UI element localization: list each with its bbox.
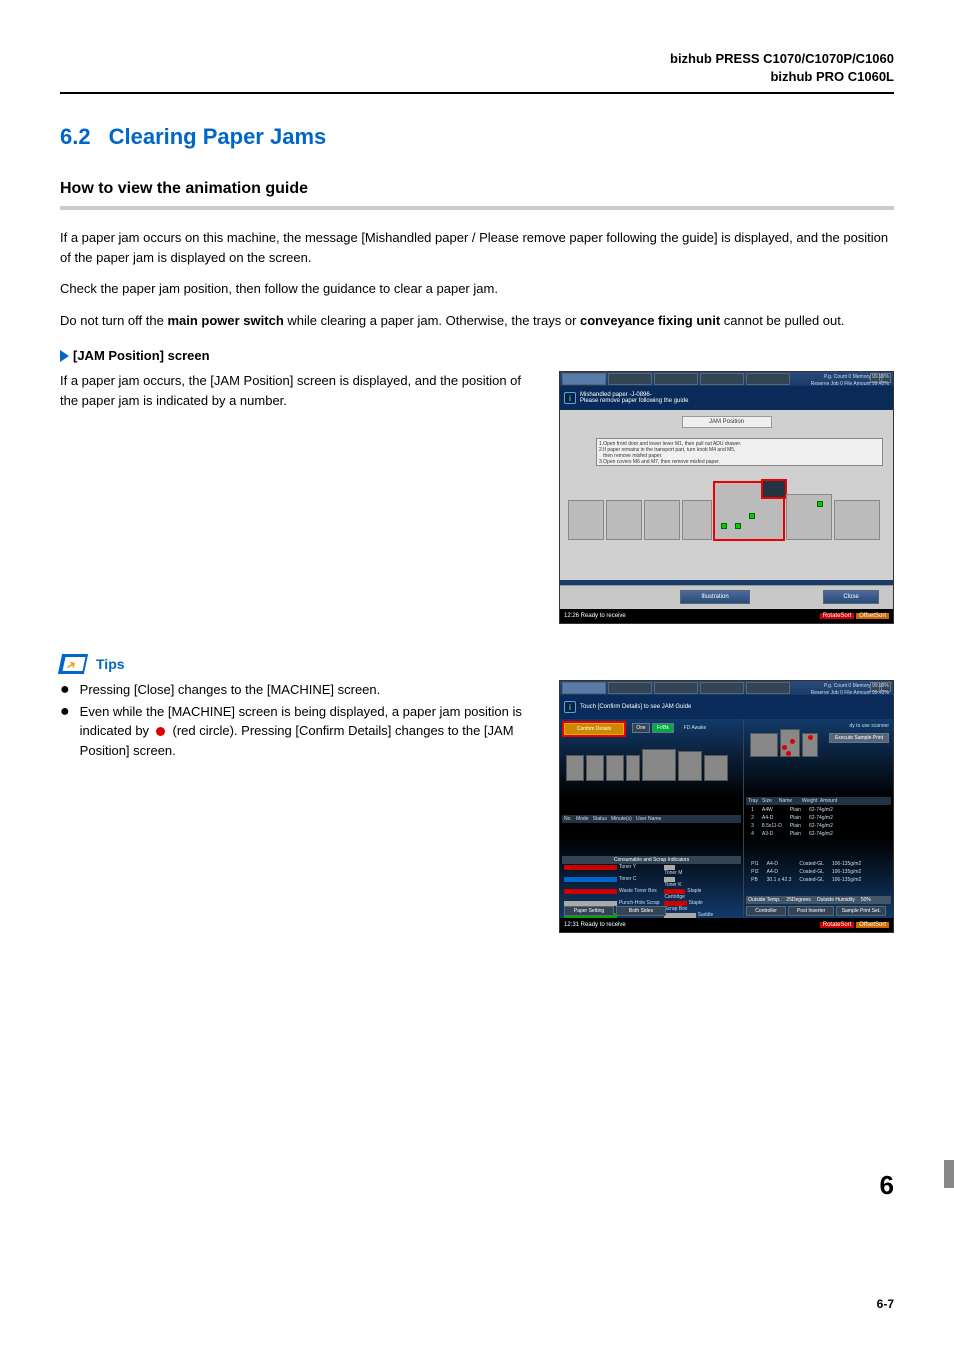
red-circle-icon bbox=[156, 727, 165, 736]
ss1-tab bbox=[608, 373, 652, 385]
ss2-environment-row: Outside Temp. 25Degrees Outside Humidity… bbox=[746, 896, 891, 904]
ss2-tray-header: Tray Size Name Weight Amount bbox=[746, 797, 891, 805]
jam-position-screenshot: i Mishandled paper -J-0896- Please remov… bbox=[559, 371, 894, 624]
section-number: 6.2 bbox=[60, 124, 91, 150]
bullet-icon: ● bbox=[60, 702, 70, 761]
bullet-icon: ● bbox=[60, 680, 70, 700]
ss2-info-bar: i Touch [Confirm Details] to see JAM Gui… bbox=[560, 695, 893, 719]
ss2-counters: P.g. Count 0 Memory 99.99% Reserve Job 0… bbox=[811, 683, 889, 696]
ss2-confirm-details-button: Confirm Details bbox=[564, 723, 624, 735]
tips-icon: ➜ bbox=[60, 654, 86, 674]
ss2-awake-label: FD Awake bbox=[678, 723, 712, 733]
paragraph-2: Check the paper jam position, then follo… bbox=[60, 279, 894, 299]
document-page: bizhub PRESS C1070/C1070P/C1060 bizhub P… bbox=[0, 0, 954, 1351]
ss2-status-bar: 12:31 Ready to receive RotateSort Offset… bbox=[560, 918, 893, 932]
tips-label: Tips bbox=[96, 656, 125, 672]
tips-list: ● Pressing [Close] changes to the [MACHI… bbox=[60, 680, 539, 760]
ss1-tab bbox=[562, 373, 606, 385]
ss1-button-bar: Illustration Close bbox=[560, 585, 893, 609]
tips-block: ● Pressing [Close] changes to the [MACHI… bbox=[60, 680, 894, 933]
ss2-left-panel: Confirm Details One Fr/Bk FD Awake bbox=[560, 719, 743, 918]
ss1-jam-highlight bbox=[714, 482, 784, 540]
section-heading: 6.2 Clearing Paper Jams bbox=[60, 124, 894, 150]
ss1-close-button: Close bbox=[823, 590, 879, 604]
subsubsection-title: [JAM Position] screen bbox=[73, 348, 210, 363]
ss1-tab bbox=[746, 373, 790, 385]
ss2-job-header: No. Mode Status Minute(s) User Name bbox=[562, 815, 741, 823]
page-thumb-tab bbox=[944, 1160, 954, 1188]
info-icon: i bbox=[564, 392, 576, 404]
ss1-printer-diagram bbox=[568, 472, 885, 562]
machine-screen-screenshot: i Touch [Confirm Details] to see JAM Gui… bbox=[559, 680, 894, 933]
jam-position-block: If a paper jam occurs, the [JAM Position… bbox=[60, 371, 894, 624]
jam-position-paragraph: If a paper jam occurs, the [JAM Position… bbox=[60, 371, 539, 410]
page-header: bizhub PRESS C1070/C1070P/C1060 bizhub P… bbox=[60, 50, 894, 86]
ss1-tab bbox=[654, 373, 698, 385]
ss2-right-panel: dy to use scanner Execute Sample Print bbox=[743, 719, 893, 918]
ss1-jam-position-label: JAM Position bbox=[682, 416, 772, 428]
header-rule bbox=[60, 92, 894, 94]
ss2-consumables: Consumable and Scrap Indicators Toner YT… bbox=[562, 856, 741, 916]
ss2-sample-print-button: Execute Sample Print bbox=[829, 733, 889, 743]
paragraph-3: Do not turn off the main power switch wh… bbox=[60, 311, 894, 331]
tips-item: ● Even while the [MACHINE] screen is bei… bbox=[60, 702, 539, 761]
tips-item-text: Even while the [MACHINE] screen is being… bbox=[80, 702, 539, 761]
ss2-bottom-buttons: Paper Setting Both Sides bbox=[564, 906, 666, 916]
tips-heading: ➜ Tips bbox=[60, 654, 894, 674]
ss2-tray-rows: 1A4WPlain62-74g/m22A4-DPlain62-74g/m238.… bbox=[746, 805, 838, 839]
section-title: Clearing Paper Jams bbox=[109, 124, 327, 150]
triangle-bullet-icon bbox=[60, 350, 69, 362]
ss1-info-bar: i Mishandled paper -J-0896- Please remov… bbox=[560, 386, 893, 410]
product-line-1: bizhub PRESS C1070/C1070P/C1060 bbox=[60, 50, 894, 68]
ss2-one-button: One bbox=[632, 723, 650, 733]
ss1-body: JAM Position 1.Open front door and lower… bbox=[560, 410, 893, 580]
ss2-pf-rows: PI1A4-DCoated-GL106-135g/m2PI2A4-DCoated… bbox=[746, 859, 866, 885]
subsection-rule bbox=[60, 206, 894, 210]
ss1-illustration-button: Illustration bbox=[680, 590, 750, 604]
ss1-guide-text: 1.Open front door and lower lever M1, th… bbox=[596, 438, 883, 466]
chapter-number: 6 bbox=[880, 1170, 894, 1201]
product-line-2: bizhub PRO C1060L bbox=[60, 68, 894, 86]
page-number: 6-7 bbox=[877, 1297, 894, 1311]
ss1-tab bbox=[700, 373, 744, 385]
ss2-body: Confirm Details One Fr/Bk FD Awake bbox=[560, 719, 893, 918]
ss2-printer-diagram bbox=[566, 749, 737, 789]
paragraph-1: If a paper jam occurs on this machine, t… bbox=[60, 228, 894, 267]
ss1-status-bar: 12:26 Ready to receive RotateSort Offset… bbox=[560, 609, 893, 623]
info-icon: i bbox=[564, 701, 576, 713]
ss2-right-bottom-buttons: Controller Post Inserter Sample Print Se… bbox=[746, 906, 886, 916]
tips-item: ● Pressing [Close] changes to the [MACHI… bbox=[60, 680, 539, 700]
subsection-title: How to view the animation guide bbox=[60, 180, 894, 198]
ss1-counters: P.g. Count 0 Memory 99.99% Reserve Job 0… bbox=[811, 374, 889, 387]
ss2-frbk-button: Fr/Bk bbox=[652, 723, 674, 733]
subsubsection-heading: [JAM Position] screen bbox=[60, 348, 894, 363]
